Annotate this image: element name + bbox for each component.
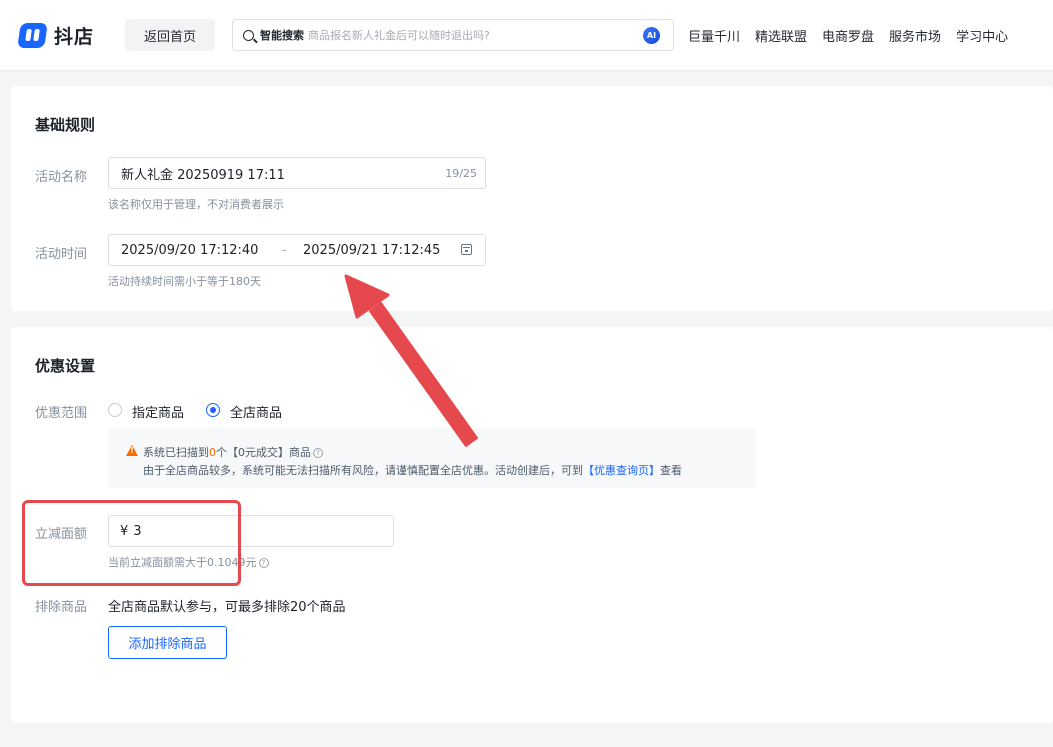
calendar-icon[interactable] bbox=[461, 244, 472, 255]
top-bar: 抖店 返回首页 智能搜索 AI 巨量千川 精选联盟 电商罗盘 服务市场 学习中心 bbox=[0, 0, 1053, 71]
section-title-discount-settings: 优惠设置 bbox=[35, 357, 96, 375]
radio-label-specified-products[interactable]: 指定商品 bbox=[132, 402, 184, 421]
basic-rules-card: 基础规则 活动名称 新人礼金 20250919 17:11 19/25 该名称仅… bbox=[11, 86, 1053, 311]
alert-text: 由于全店商品较多，系统可能无法扫描所有风险，请谨慎配置全店优惠。活动创建后，可到 bbox=[143, 464, 583, 477]
radio-specified-products[interactable] bbox=[108, 403, 122, 417]
nav-item-compass[interactable]: 电商罗盘 bbox=[822, 26, 874, 45]
brand-logo[interactable]: 抖店 bbox=[17, 22, 95, 49]
exclude-products-text: 全店商品默认参与，可最多排除20个商品 bbox=[108, 600, 346, 615]
search-label: 智能搜索 bbox=[260, 29, 304, 42]
risk-alert-line-2: 由于全店商品较多，系统可能无法扫描所有风险，请谨慎配置全店优惠。活动创建后，可到… bbox=[143, 462, 682, 478]
radio-label-all-store-products[interactable]: 全店商品 bbox=[230, 402, 282, 421]
back-home-button[interactable]: 返回首页 bbox=[125, 19, 215, 51]
activity-time-hint: 活动持续时间需小于等于180天 bbox=[108, 275, 261, 288]
doudian-logo-icon bbox=[17, 23, 48, 48]
alert-text: 系统已扫描到 bbox=[143, 446, 209, 459]
activity-name-counter: 19/25 bbox=[445, 166, 477, 180]
activity-time-range-picker[interactable]: 2025/09/20 17:12:40 - 2025/09/21 17:12:4… bbox=[108, 234, 486, 266]
discount-amount-input[interactable]: ¥ 3 bbox=[108, 515, 394, 547]
activity-time-label: 活动时间 bbox=[35, 247, 88, 262]
discount-query-page-link[interactable]: 【优惠查询页】 bbox=[583, 464, 660, 477]
discount-scope-label: 优惠范围 bbox=[35, 406, 88, 421]
warning-icon bbox=[126, 445, 138, 456]
ai-assistant-icon[interactable]: AI bbox=[643, 27, 660, 44]
discount-settings-card: 优惠设置 优惠范围 指定商品 全店商品 系统已扫描到0个【0元成交】商品? 由于… bbox=[11, 327, 1053, 723]
discount-amount-hint: 当前立减面额需大于0.1049元? bbox=[108, 554, 269, 570]
radio-all-store-products[interactable] bbox=[206, 403, 220, 417]
add-excluded-products-button[interactable]: 添加排除商品 bbox=[108, 626, 227, 659]
top-nav: 巨量千川 精选联盟 电商罗盘 服务市场 学习中心 bbox=[688, 26, 1008, 45]
brand-name: 抖店 bbox=[54, 26, 95, 48]
smart-search-box[interactable]: 智能搜索 AI bbox=[232, 19, 674, 51]
zero-deal-count: 0 bbox=[209, 446, 216, 459]
discount-amount-hint-text: 当前立减面额需大于0.1049元 bbox=[108, 556, 257, 569]
discount-amount-value: 3 bbox=[133, 523, 142, 539]
risk-alert-box: 系统已扫描到0个【0元成交】商品? 由于全店商品较多，系统可能无法扫描所有风险，… bbox=[108, 428, 756, 488]
risk-alert-line-1: 系统已扫描到0个【0元成交】商品? bbox=[143, 444, 323, 460]
nav-item-service-market[interactable]: 服务市场 bbox=[889, 26, 941, 45]
search-icon bbox=[243, 29, 254, 41]
activity-name-input[interactable]: 新人礼金 20250919 17:11 19/25 bbox=[108, 157, 486, 189]
discount-amount-label: 立减面额 bbox=[35, 527, 88, 542]
search-input[interactable] bbox=[308, 28, 608, 42]
alert-text: 个【0元成交】商品 bbox=[216, 446, 311, 459]
exclude-products-label: 排除商品 bbox=[35, 600, 88, 615]
activity-end-time[interactable]: 2025/09/21 17:12:45 bbox=[303, 243, 440, 258]
help-icon[interactable]: ? bbox=[313, 448, 323, 458]
help-icon[interactable]: ? bbox=[258, 558, 269, 568]
nav-item-learning-center[interactable]: 学习中心 bbox=[956, 26, 1008, 45]
activity-name-label: 活动名称 bbox=[35, 170, 88, 185]
section-title-basic-rules: 基础规则 bbox=[35, 116, 96, 134]
currency-symbol: ¥ bbox=[120, 523, 129, 539]
activity-name-value: 新人礼金 20250919 17:11 bbox=[121, 167, 285, 183]
nav-item-alliance[interactable]: 精选联盟 bbox=[755, 26, 807, 45]
activity-name-hint: 该名称仅用于管理，不对消费者展示 bbox=[108, 198, 284, 211]
nav-item-qianchuan[interactable]: 巨量千川 bbox=[688, 26, 740, 45]
activity-start-time[interactable]: 2025/09/20 17:12:40 bbox=[121, 243, 258, 258]
time-range-separator: - bbox=[282, 242, 287, 258]
alert-text: 查看 bbox=[660, 464, 682, 477]
